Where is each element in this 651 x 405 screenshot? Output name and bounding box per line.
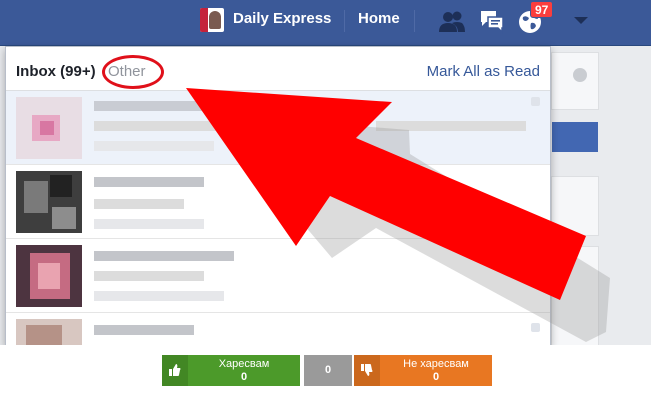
like-label: Харесвам	[218, 358, 270, 370]
like-button[interactable]: Харесвам 0	[162, 355, 300, 386]
red-arrow-annotation	[186, 88, 610, 342]
thumb-up-icon	[169, 364, 181, 376]
neutral-score[interactable]: 0	[304, 355, 352, 386]
like-count: 0	[240, 371, 248, 383]
dislike-button[interactable]: Не харесвам 0	[354, 355, 492, 386]
like-icon-box	[162, 355, 188, 386]
thumb-down-icon	[361, 364, 373, 376]
dislike-icon-box	[354, 355, 380, 386]
dislike-count: 0	[432, 371, 440, 383]
neutral-count: 0	[324, 364, 332, 376]
screenshot: Daily Express Home 97 Inbox (99+) Other …	[0, 0, 651, 345]
dislike-label: Не харесвам	[403, 358, 469, 370]
